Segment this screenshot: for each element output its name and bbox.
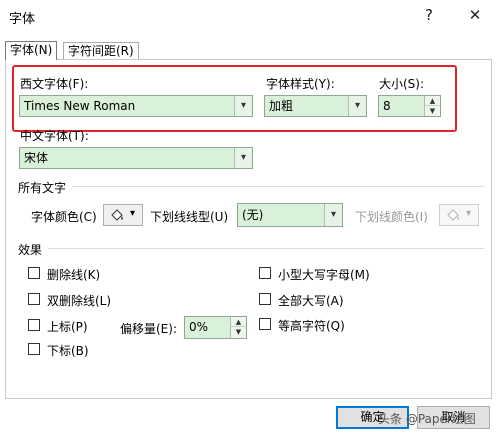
watermark: 头条 @Paper绘图 <box>378 412 476 426</box>
title-bar: 字体 ? ✕ <box>0 0 499 32</box>
chinese-font-label: 中文字体(T): <box>20 129 89 143</box>
tab-character-spacing[interactable]: 字符间距(R) <box>63 42 139 60</box>
close-button[interactable]: ✕ <box>462 4 488 26</box>
chevron-down-icon: ▾ <box>130 208 136 219</box>
chevron-down-icon: ▾ <box>466 208 472 219</box>
font-color-button[interactable]: ▾ <box>103 204 143 226</box>
tab-font[interactable]: 字体(N) <box>5 41 58 60</box>
chevron-down-icon[interactable]: ▾ <box>234 148 252 168</box>
superscript-label: 上标(P) <box>47 320 88 334</box>
divider <box>72 186 484 187</box>
offset-spinner[interactable]: 0% ▲ ▼ <box>184 316 247 339</box>
subscript-label: 下标(B) <box>47 344 89 358</box>
effects-heading: 效果 <box>18 243 43 257</box>
all-caps-checkbox[interactable] <box>259 293 271 305</box>
offset-value: 0% <box>189 320 209 334</box>
subscript-checkbox[interactable] <box>28 343 40 355</box>
underline-color-button: ▾ <box>439 204 479 226</box>
all-caps-label: 全部大写(A) <box>278 294 344 308</box>
chevron-down-icon[interactable]: ▾ <box>324 204 342 226</box>
superscript-checkbox[interactable] <box>28 319 40 331</box>
equal-height-label: 等高字符(Q) <box>278 319 345 333</box>
font-color-label: 字体颜色(C) <box>31 210 97 224</box>
chinese-font-select[interactable]: 宋体 ▾ <box>19 147 253 169</box>
divider <box>48 248 484 249</box>
double-strikethrough-checkbox[interactable] <box>28 293 40 305</box>
help-button[interactable]: ? <box>416 4 442 26</box>
equal-height-checkbox[interactable] <box>259 318 271 330</box>
all-text-heading: 所有文字 <box>18 181 67 195</box>
spin-down-icon[interactable]: ▼ <box>231 327 246 337</box>
offset-label: 偏移量(E): <box>120 322 177 336</box>
window-title: 字体 <box>9 12 36 27</box>
chinese-font-value: 宋体 <box>24 151 49 165</box>
strikethrough-checkbox[interactable] <box>28 267 40 279</box>
spin-up-icon[interactable]: ▲ <box>231 317 246 327</box>
underline-type-select[interactable]: (无) ▾ <box>237 203 343 227</box>
underline-type-value: (无) <box>242 208 264 222</box>
small-caps-checkbox[interactable] <box>259 267 271 279</box>
highlight-box <box>12 65 457 132</box>
underline-color-label: 下划线颜色(I) <box>355 210 428 224</box>
strikethrough-label: 删除线(K) <box>47 268 101 282</box>
small-caps-label: 小型大写字母(M) <box>278 268 370 282</box>
paint-bucket-icon <box>447 209 459 221</box>
paint-bucket-icon <box>111 209 123 221</box>
underline-type-label: 下划线线型(U) <box>150 210 229 224</box>
double-strikethrough-label: 双删除线(L) <box>47 294 112 308</box>
